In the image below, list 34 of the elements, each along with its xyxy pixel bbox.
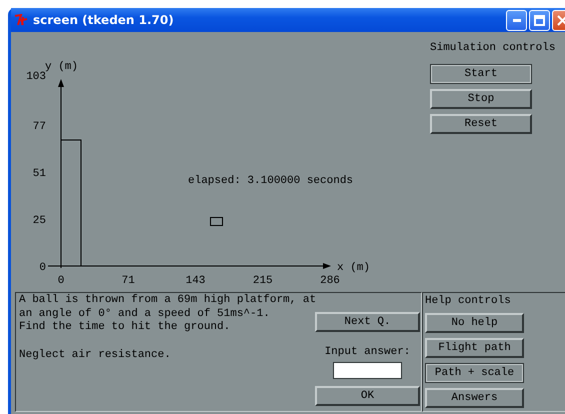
section-heading: Help controls bbox=[425, 295, 511, 308]
answer-label: Input answer: bbox=[324, 346, 410, 358]
elapsed-time: elapsed: 3.100000 seconds bbox=[188, 175, 354, 187]
help-button[interactable]: Answers bbox=[425, 388, 524, 408]
help-button[interactable]: Path + scale bbox=[425, 363, 524, 383]
section-heading: Simulation controls bbox=[430, 41, 556, 55]
maximize-icon bbox=[534, 14, 545, 26]
axis-label: y (m) bbox=[45, 61, 78, 73]
tick-label: 0 bbox=[58, 275, 64, 287]
answer-field[interactable] bbox=[333, 362, 402, 379]
simulation-button[interactable]: Start bbox=[430, 64, 532, 84]
simulation-button[interactable]: Stop bbox=[430, 89, 532, 109]
tick-label: 0 bbox=[39, 262, 46, 274]
minimize-button[interactable] bbox=[506, 10, 527, 30]
tick-label: 25 bbox=[32, 215, 46, 227]
close-icon bbox=[557, 14, 565, 26]
help-button[interactable]: Flight path bbox=[425, 338, 524, 358]
help-button[interactable]: No help bbox=[425, 313, 524, 333]
next-question-button[interactable]: Next Q. bbox=[315, 312, 420, 332]
tick-label: 71 bbox=[122, 275, 135, 287]
tick-label: 143 bbox=[186, 275, 206, 287]
tick-label: 103 bbox=[26, 71, 46, 83]
ok-button[interactable]: OK bbox=[315, 386, 420, 406]
tick-label: 51 bbox=[32, 168, 46, 180]
maximize-button[interactable] bbox=[529, 10, 550, 30]
window-title: screen (tkeden 1.70) bbox=[33, 13, 175, 27]
axis-label: x (m) bbox=[337, 262, 370, 274]
tick-label: 77 bbox=[32, 121, 46, 133]
minimize-icon bbox=[512, 18, 520, 22]
tick-label: 286 bbox=[320, 275, 340, 287]
tick-label: 215 bbox=[252, 275, 273, 287]
app-icon bbox=[14, 14, 29, 26]
question-note: Neglect air resistance. bbox=[19, 348, 172, 362]
simulation-button[interactable]: Reset bbox=[430, 114, 532, 134]
